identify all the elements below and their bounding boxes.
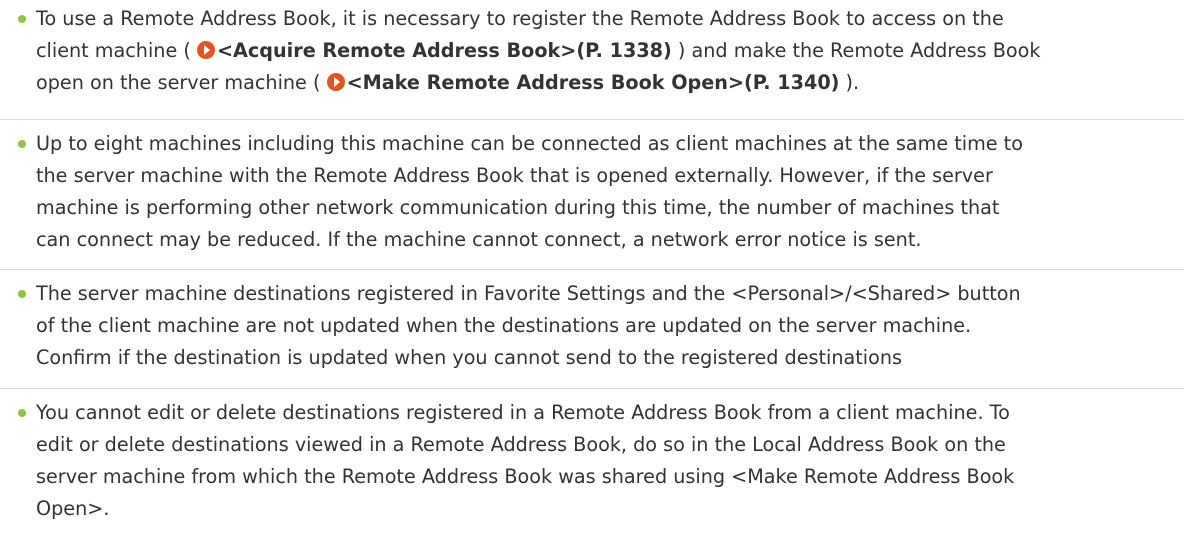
text-segment: You cannot edit or delete destinations r… <box>36 401 1010 424</box>
list-item: You cannot edit or delete destinations r… <box>0 389 1184 533</box>
text-segment: To use a Remote Address Book, it is nece… <box>36 7 1004 30</box>
text-segment: of the client machine are not updated wh… <box>36 314 972 337</box>
text-line: client machine ( <Acquire Remote Address… <box>36 35 1180 67</box>
text-segment: ). <box>839 71 860 94</box>
text-segment: Open>. <box>36 497 110 520</box>
notes-list: To use a Remote Address Book, it is nece… <box>0 0 1184 533</box>
make-remote-address-book-open-link[interactable]: <Make Remote Address Book Open>(P. 1340) <box>347 71 840 94</box>
text-line: machine is performing other network comm… <box>36 192 1180 224</box>
list-item: To use a Remote Address Book, it is nece… <box>0 0 1184 120</box>
acquire-remote-address-book-link[interactable]: <Acquire Remote Address Book>(P. 1338) <box>217 39 672 62</box>
text-segment: edit or delete destinations viewed in a … <box>36 433 1006 456</box>
text-segment: Up to eight machines including this mach… <box>36 132 1023 155</box>
text-line: You cannot edit or delete destinations r… <box>36 397 1180 429</box>
text-line: can connect may be reduced. If the machi… <box>36 224 1180 256</box>
bullet-dot-icon <box>18 15 26 23</box>
text-segment: open on the server machine ( <box>36 71 327 94</box>
list-item: The server machine destinations register… <box>0 270 1184 389</box>
text-segment: the server machine with the Remote Addre… <box>36 164 993 187</box>
text-segment: client machine ( <box>36 39 197 62</box>
bullet-dot-icon <box>18 409 26 417</box>
text-line: open on the server machine ( <Make Remot… <box>36 67 1180 99</box>
list-item-text: The server machine destinations register… <box>36 278 1180 374</box>
text-segment: The server machine destinations register… <box>36 282 1021 305</box>
text-segment: can connect may be reduced. If the machi… <box>36 228 922 251</box>
text-line: server machine from which the Remote Add… <box>36 461 1180 493</box>
bullet-dot-icon <box>18 140 26 148</box>
text-line: the server machine with the Remote Addre… <box>36 160 1180 192</box>
text-segment: Confirm if the destination is updated wh… <box>36 346 903 369</box>
text-line: edit or delete destinations viewed in a … <box>36 429 1180 461</box>
list-item-text: To use a Remote Address Book, it is nece… <box>36 3 1180 99</box>
text-line: The server machine destinations register… <box>36 278 1180 310</box>
text-line: To use a Remote Address Book, it is nece… <box>36 3 1180 35</box>
text-line: Confirm if the destination is updated wh… <box>36 342 1180 374</box>
text-line: Up to eight machines including this mach… <box>36 128 1180 160</box>
arrow-circle-right-icon[interactable] <box>196 41 215 59</box>
list-item-text: Up to eight machines including this mach… <box>36 128 1180 256</box>
text-segment: ) and make the Remote Address Book <box>671 39 1041 62</box>
text-segment: server machine from which the Remote Add… <box>36 465 1015 488</box>
list-item-text: You cannot edit or delete destinations r… <box>36 397 1180 525</box>
arrow-circle-right-icon[interactable] <box>326 73 345 91</box>
text-line: of the client machine are not updated wh… <box>36 310 1180 342</box>
list-item: Up to eight machines including this mach… <box>0 120 1184 270</box>
bullet-dot-icon <box>18 290 26 298</box>
text-segment: machine is performing other network comm… <box>36 196 1000 219</box>
text-line: Open>. <box>36 493 1180 525</box>
